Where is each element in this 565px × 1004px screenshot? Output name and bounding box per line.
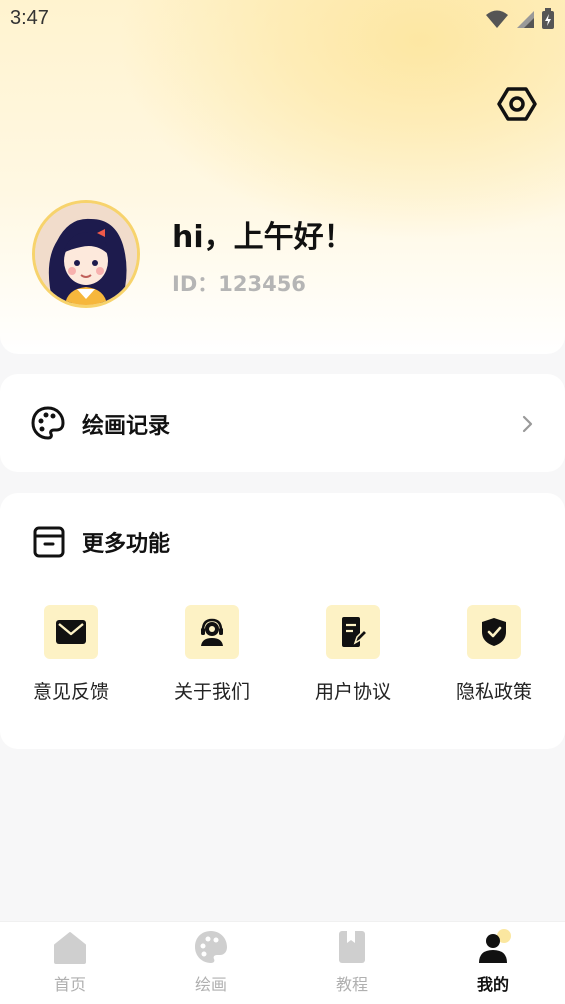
more-features-card: 更多功能 意见反馈 关于我们 用户协议 隐私政策 xyxy=(0,493,565,749)
chevron-right-icon xyxy=(522,415,533,433)
avatar-illustration-icon xyxy=(35,203,137,305)
feature-label: 用户协议 xyxy=(314,681,391,703)
feature-icon-bg xyxy=(467,605,521,659)
profile-header: 3:47 hi，上午好！ ID：123456 xyxy=(0,0,565,354)
tab-label: 绘画 xyxy=(194,975,227,994)
user-icon xyxy=(479,929,511,963)
settings-icon xyxy=(497,87,537,121)
avatar[interactable] xyxy=(32,200,140,308)
drawing-records-label: 绘画记录 xyxy=(82,414,171,439)
feature-icon-bg xyxy=(185,605,239,659)
greeting-text: hi，上午好！ xyxy=(172,220,354,255)
mail-icon xyxy=(56,620,86,644)
status-time: 3:47 xyxy=(10,7,49,29)
feature-about-us[interactable]: 关于我们 xyxy=(152,605,272,704)
status-icons xyxy=(485,8,555,30)
status-bar: 3:47 xyxy=(0,0,565,40)
settings-button[interactable] xyxy=(497,84,537,124)
tab-label: 首页 xyxy=(53,975,86,994)
archive-box-icon xyxy=(33,526,65,558)
tab-drawing[interactable]: 绘画 xyxy=(151,922,271,1004)
battery-icon xyxy=(542,8,554,29)
tab-home[interactable]: 首页 xyxy=(10,922,130,1004)
home-icon xyxy=(54,932,86,964)
shield-check-icon xyxy=(482,618,506,646)
more-features-title: 更多功能 xyxy=(82,532,171,557)
feature-label: 意见反馈 xyxy=(32,681,109,703)
palette-icon xyxy=(195,931,227,963)
tab-mine[interactable]: 我的 xyxy=(433,922,553,1004)
support-agent-icon xyxy=(201,618,223,646)
feature-privacy-policy[interactable]: 隐私政策 xyxy=(434,605,554,704)
feature-icon-bg xyxy=(44,605,98,659)
drawing-records-row[interactable]: 绘画记录 xyxy=(0,374,565,472)
signal-icon xyxy=(517,11,534,28)
feature-icon-bg xyxy=(326,605,380,659)
palette-icon xyxy=(31,406,65,440)
book-icon xyxy=(339,931,365,963)
bottom-tab-bar: 首页 绘画 教程 我的 xyxy=(0,921,565,1004)
feature-label: 关于我们 xyxy=(173,681,250,703)
document-edit-icon xyxy=(342,617,367,647)
wifi-icon xyxy=(486,10,508,28)
user-id: ID：123456 xyxy=(172,272,306,296)
tab-label: 教程 xyxy=(335,975,368,994)
feature-user-agreement[interactable]: 用户协议 xyxy=(293,605,413,704)
feature-feedback[interactable]: 意见反馈 xyxy=(11,605,131,704)
tab-tutorial[interactable]: 教程 xyxy=(292,922,412,1004)
feature-label: 隐私政策 xyxy=(455,681,532,703)
tab-label: 我的 xyxy=(476,975,509,994)
